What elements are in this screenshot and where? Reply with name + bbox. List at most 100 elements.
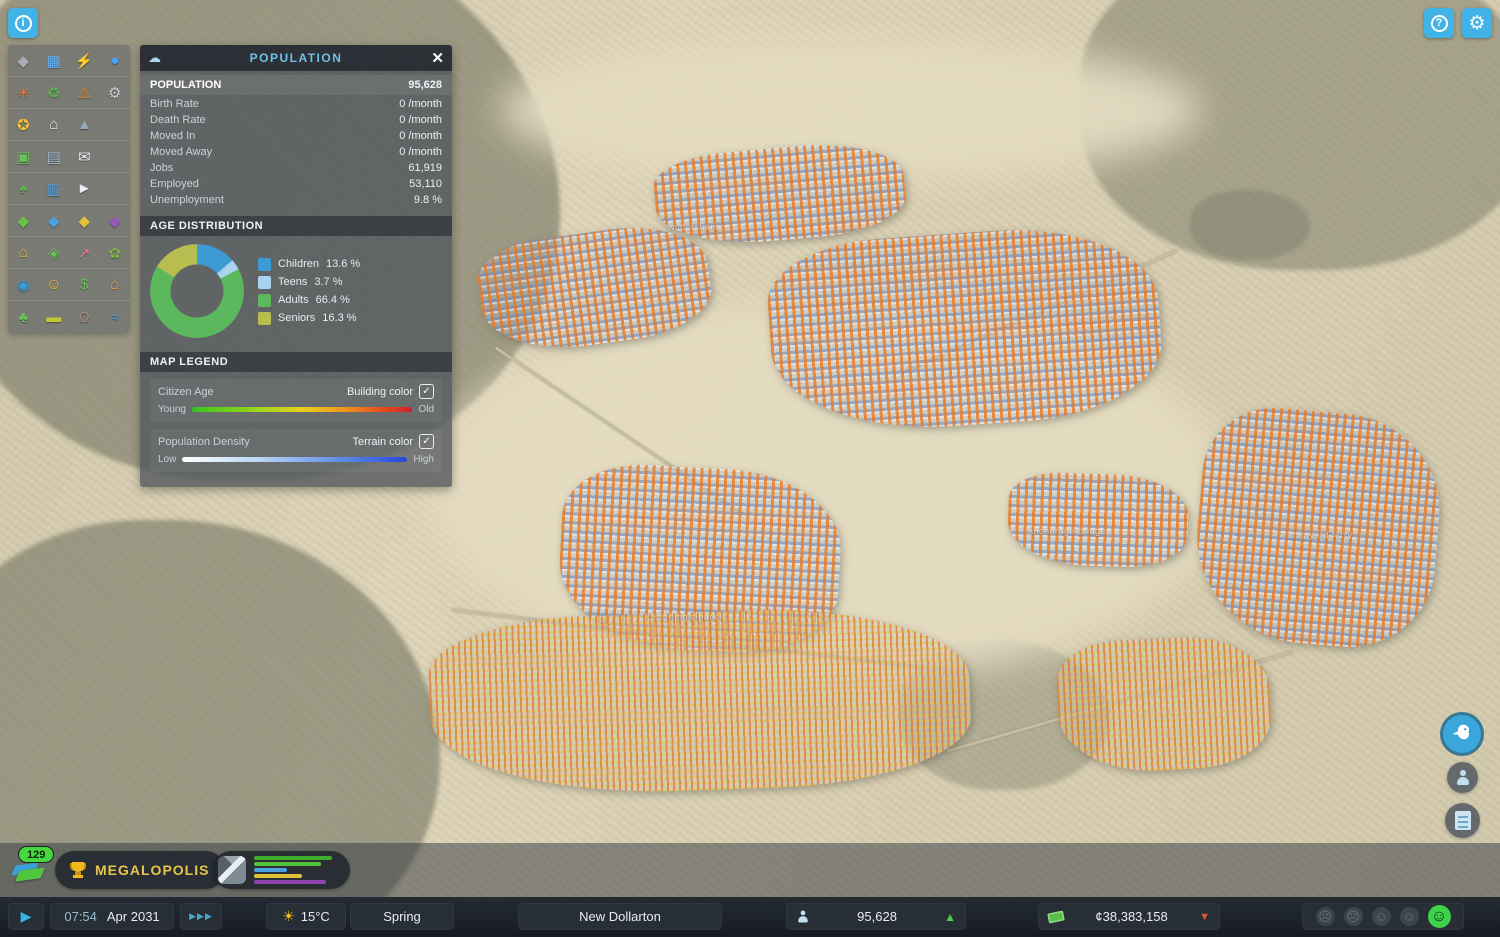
terrain-color-checkbox[interactable]: ✓ [419,434,434,449]
city-photo-icon [218,856,246,884]
infoview-administration-icon[interactable]: ⌂ [39,109,70,140]
game-viewport[interactable]: wildersham anchorage bridge ship yard fe… [0,0,1500,937]
infoview-roads-icon[interactable]: ◆ [8,45,39,76]
chirper-button[interactable] [1440,712,1484,756]
population-value: 95,628 [857,909,897,924]
infoview-row: ◆ ▦ ⚡ ● [8,45,130,77]
map-suburb-cluster [1054,632,1274,776]
journal-notes-button[interactable] [1445,803,1480,838]
person-icon [1456,770,1470,785]
legend-item-children: Children 13.6 % [258,257,442,271]
infoview-water-icon[interactable]: ● [100,45,131,76]
city-name-display[interactable]: New Dollarton [518,903,722,930]
infoview-barriers-icon[interactable]: ▥ [39,173,70,204]
milestone-count-badge: 129 [18,846,55,863]
stat-row-employed: Employed 53,110 [150,178,442,190]
demand-bar-commercial [254,868,287,872]
weather-display[interactable]: ☀ 15°C [266,903,346,930]
population-density-gradient [182,457,408,462]
infoview-tourism-icon[interactable]: ◈ [39,237,70,268]
stat-row-death-rate: Death Rate 0 /month [150,114,442,126]
building-color-checkbox[interactable]: ✓ [419,384,434,399]
sun-icon: ☀ [282,908,295,924]
infoview-disasters-icon[interactable]: ⚠ [69,77,100,108]
infoview-maintenance-icon[interactable]: ⚙ [100,77,131,108]
infoview-communications-icon[interactable]: ✉ [69,141,100,172]
citizen-icon: ☁ [148,50,161,65]
infoview-row: ♣ ▬ Ω ≈ [8,301,130,333]
infoview-heating-icon[interactable]: ✳ [8,77,39,108]
infoview-land-value-icon[interactable]: ⌂ [8,237,39,268]
citizen-age-gradient [192,407,413,412]
legend-swatch [258,275,271,289]
population-density-legend: Population Density Terrain color ✓ Low H… [150,429,442,472]
demand-pill[interactable] [212,851,350,889]
infoview-nature-icon[interactable]: ♣ [8,301,39,333]
time-value: 07:54 [64,909,97,924]
population-display[interactable]: 95,628 ▲ [786,903,966,930]
season-display[interactable]: Spring [350,903,454,930]
document-icon [1454,811,1471,830]
gear-icon: ⚙ [1468,12,1486,34]
infoview-happiness-icon[interactable]: ☺ [39,269,70,300]
settings-button[interactable]: ⚙ [1462,8,1492,38]
map-tiles-icon[interactable] [12,860,44,886]
milestone-city-pill[interactable]: MEGALOPOLIS [55,851,226,889]
citizens-button[interactable] [1447,762,1478,793]
infoview-greenery-icon[interactable]: ✿ [100,237,131,268]
infoview-electricity-icon[interactable]: ⚡ [69,45,100,76]
infoview-population-icon[interactable]: ◉ [8,269,39,300]
infoview-parks-icon[interactable]: ♠ [8,173,39,204]
speed-arrows-icon: ▶▶▶ [189,911,213,921]
legend-swatch [258,311,271,325]
happy-face-icon: ☺ [1427,905,1451,928]
help-button[interactable]: ? [1424,8,1454,38]
infoview-education-icon[interactable]: ▲ [69,109,100,140]
infoview-police-icon[interactable]: ✪ [8,109,39,140]
sad-face-icon: ☹ [1315,907,1335,926]
play-pause-button[interactable]: ▶ [8,903,44,930]
population-panel: ☁ POPULATION ✕ POPULATION 95,628 Birth Ra… [140,45,452,487]
content-face-icon: ☺ [1399,907,1419,926]
map-district-label: ship yard ferry [1288,530,1353,540]
main-toolbar: 129 MEGALOPOLIS ◈ ◇ ♠ ◆ ⚡ ● ✚ ♻ ▲ ◉ ✪ ▣ … [0,843,1500,897]
stat-row-unemployment: Unemployment 9.8 % [150,194,442,206]
zone-demand-bars [254,856,350,884]
info-icon: i [14,14,32,32]
speed-control[interactable]: ▶▶▶ [180,903,222,930]
info-views-button[interactable]: i [8,8,38,38]
age-distribution-legend: Children 13.6 % Teens 3.7 % Adults 66.4 % S… [258,257,442,325]
stat-row-moved-away: Moved Away 0 /month [150,146,442,158]
temperature-value: 15°C [300,909,330,924]
close-icon[interactable]: ✕ [428,49,444,67]
infoview-zoning-residential-icon[interactable]: ◆ [8,205,39,236]
map-suburb-cluster [427,602,973,800]
infoview-electronics-icon[interactable]: ▦ [39,45,70,76]
infoview-routes-icon[interactable]: ► [69,173,100,204]
status-bar: ▶ 07:54 Apr 2031 ▶▶▶ ☀ 15°C Spring New D… [0,897,1500,937]
infoview-landmarks-icon[interactable]: ⌂ [100,269,131,300]
happiness-display[interactable]: ☹ ☹ ☺ ☺ ☺ [1302,903,1464,930]
map-district-label: wildersham [668,222,719,232]
infoview-buildings-icon[interactable]: ▤ [39,141,70,172]
infoview-zoning-office-icon[interactable]: ◆ [100,205,131,236]
infoview-zoning-commercial-icon[interactable]: ◆ [39,205,70,236]
infoview-landfill-icon[interactable]: ▬ [39,301,70,333]
infoview-transport-icon[interactable]: ▣ [8,141,39,172]
infoview-noise-icon[interactable]: Ω [69,301,100,333]
map-district-label: sterling's park [655,612,718,622]
infoview-grid-panel: ◆ ▦ ⚡ ● ✳ ♻ ⚠ ⚙ ✪ ⌂ ▲ ▣ ▤ ✉ ♠ ▥ ► ◆ ◆ ◆ … [8,45,130,333]
infoview-garbage-icon[interactable]: ♻ [39,77,70,108]
season-value: Spring [383,909,421,924]
citizen-age-legend: Citizen Age Building color ✓ Young Old [150,379,442,422]
infoview-water-features-icon[interactable]: ≈ [100,301,131,333]
legend-item-adults: Adults 66.4 % [258,293,442,307]
unhappy-face-icon: ☹ [1343,907,1363,926]
money-display[interactable]: ¢38,383,158 ▼ [1038,903,1220,930]
infoview-zoning-industrial-icon[interactable]: ◆ [69,205,100,236]
stat-row-moved-in: Moved In 0 /month [150,130,442,142]
infoview-statistics-icon[interactable]: ↗ [69,237,100,268]
trophy-icon [69,862,87,878]
datetime-display[interactable]: 07:54 Apr 2031 [50,903,174,930]
infoview-economy-icon[interactable]: $ [69,269,100,300]
